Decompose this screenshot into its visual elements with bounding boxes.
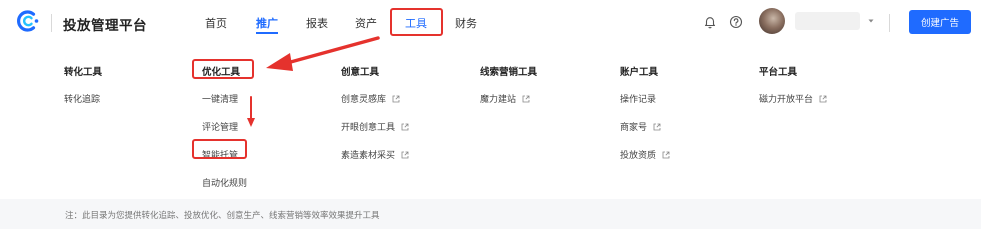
column-title: 账户工具 — [620, 67, 659, 78]
bell-icon[interactable] — [703, 15, 717, 29]
account-name-redacted[interactable] — [795, 12, 860, 30]
menu-item-label: 素造素材采买 — [341, 151, 396, 161]
external-link-icon — [401, 123, 409, 130]
menu-item-operation-log[interactable]: 操作记录 — [620, 92, 656, 105]
top-bar: 投放管理平台 首页 推广 报表 资产 工具 财务 创建广告 — [0, 0, 981, 46]
menu-item-label: 商家号 — [620, 123, 648, 133]
menu-item-creative-inspiration[interactable]: 创意灵感库 — [341, 92, 400, 105]
menu-item-conversion-tracking[interactable]: 转化追踪 — [64, 92, 100, 105]
menu-item-label: 一键清理 — [202, 95, 239, 105]
external-link-icon — [653, 123, 661, 130]
column-title: 线索营销工具 — [480, 67, 538, 78]
nav-active-indicator — [256, 32, 278, 34]
nav-promotion[interactable]: 推广 — [256, 15, 278, 31]
column-title: 转化工具 — [64, 67, 103, 78]
tools-dropdown-menu: 转化工具 转化追踪 优化工具 一键清理 评论管理 智能托管 自动化规则 创意工具… — [0, 46, 981, 199]
nav-reports[interactable]: 报表 — [306, 15, 328, 31]
help-icon[interactable] — [729, 15, 743, 29]
menu-item-label: 智能托管 — [202, 151, 239, 161]
footer-note: 注：此目录为您提供转化追踪、投放优化、创意生产、线索营销等效率效果提升工具 — [65, 211, 380, 221]
menu-item-label: 自动化规则 — [202, 179, 248, 189]
menu-item-label: 创意灵感库 — [341, 95, 387, 105]
menu-item-label: 魔力建站 — [480, 95, 517, 105]
menu-item-automation-rules[interactable]: 自动化规则 — [202, 176, 247, 189]
chevron-down-icon[interactable] — [866, 16, 876, 26]
column-title: 创意工具 — [341, 67, 380, 78]
menu-item-smart-hosting[interactable]: 智能托管 — [202, 148, 238, 161]
menu-item-material-purchase[interactable]: 素造素材采买 — [341, 148, 409, 161]
column-title: 平台工具 — [759, 67, 798, 78]
menu-item-magnetic-open-platform[interactable]: 磁力开放平台 — [759, 92, 827, 105]
menu-item-label: 转化追踪 — [64, 95, 101, 105]
external-link-icon — [401, 151, 409, 158]
external-link-icon — [392, 95, 400, 102]
nav-finance[interactable]: 财务 — [455, 15, 477, 31]
menu-item-merchant-account[interactable]: 商家号 — [620, 120, 661, 133]
menu-item-kaiyan-creative[interactable]: 开眼创意工具 — [341, 120, 409, 133]
right-divider — [889, 14, 890, 32]
nav-tools[interactable]: 工具 — [405, 15, 427, 31]
brand-divider — [51, 14, 52, 32]
create-ad-button[interactable]: 创建广告 — [909, 10, 971, 34]
menu-item-label: 开眼创意工具 — [341, 123, 396, 133]
menu-item-one-click-cleanup[interactable]: 一键清理 — [202, 92, 238, 105]
column-title: 优化工具 — [202, 67, 241, 78]
external-link-icon — [662, 151, 670, 158]
external-link-icon — [819, 95, 827, 102]
menu-item-label: 磁力开放平台 — [759, 95, 814, 105]
menu-item-ad-qualifications[interactable]: 投放资质 — [620, 148, 670, 161]
menu-item-comment-management[interactable]: 评论管理 — [202, 120, 238, 133]
nav-assets[interactable]: 资产 — [355, 15, 377, 31]
menu-footer: 注：此目录为您提供转化追踪、投放优化、创意生产、线索营销等效率效果提升工具 — [0, 199, 981, 229]
menu-item-label: 投放资质 — [620, 151, 657, 161]
brand-name: 投放管理平台 — [63, 18, 147, 34]
avatar[interactable] — [759, 8, 785, 34]
menu-item-magic-site-builder[interactable]: 魔力建站 — [480, 92, 530, 105]
logo-icon[interactable] — [16, 8, 42, 34]
external-link-icon — [522, 95, 530, 102]
nav-home[interactable]: 首页 — [205, 15, 227, 31]
menu-item-label: 操作记录 — [620, 95, 657, 105]
menu-item-label: 评论管理 — [202, 123, 239, 133]
